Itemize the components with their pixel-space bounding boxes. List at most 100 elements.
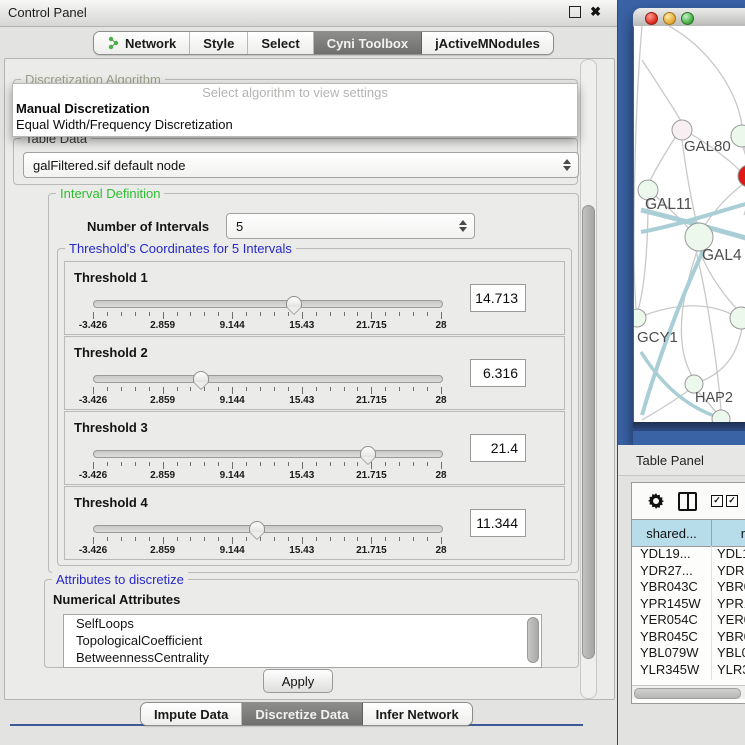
cell-shared-name[interactable]: YIL052C [632,678,711,680]
zoom-traffic-light[interactable] [681,12,694,25]
network-node[interactable] [738,165,745,187]
cell-shared-name[interactable]: YBR043C [632,579,711,596]
tab-infer-network[interactable]: Infer Network [363,703,472,725]
slider-ticks [93,462,441,470]
tab-label: Infer Network [376,707,459,722]
cell-name[interactable]: YDL1 [711,546,745,563]
table-row[interactable]: YBL079WYBL0 [632,645,745,662]
num-intervals-label: Number of Intervals [87,219,209,234]
panel-scrollbar-thumb[interactable] [582,205,595,659]
slider-track[interactable] [93,525,443,533]
columns-icon[interactable] [678,492,697,511]
threshold-value-field[interactable]: 6.316 [470,359,526,387]
network-node[interactable] [730,307,745,329]
network-edge[interactable] [650,136,676,181]
slider-handle[interactable] [249,521,265,533]
table-row[interactable]: YBR043CYBR0 [632,579,745,596]
tab-network[interactable]: Network [94,32,190,54]
tab-select[interactable]: Select [248,32,313,54]
apply-button[interactable]: Apply [263,669,333,693]
tab-label: Style [203,36,234,51]
slider-track[interactable] [93,450,443,458]
cell-shared-name[interactable]: YDR27... [632,563,711,580]
cell-shared-name[interactable]: YBL079W [632,645,711,662]
table-row[interactable]: YIL052CYIL0 [632,678,745,680]
cell-name[interactable]: YBR0 [711,579,745,596]
network-canvas[interactable]: GAL80GACGAL11GAL4GCY1HHAP2 [634,26,745,422]
tick-label: 15.43 [289,320,314,331]
tab-jactivemnodules[interactable]: jActiveMNodules [422,32,553,54]
cell-name[interactable]: YPR1 [711,596,745,613]
cell-name[interactable]: YBL0 [711,645,745,662]
table-row[interactable]: YLR345WYLR3 [632,662,745,679]
cell-name[interactable]: YBR0 [711,629,745,646]
threshold-value-field[interactable]: 21.4 [470,434,526,462]
slider-handle[interactable] [193,371,209,383]
slider-scale-labels: -3.4262.8599.14415.4321.71528 [93,545,441,557]
table-row[interactable]: YER054CYER0 [632,612,745,629]
cell-name[interactable]: YLR3 [711,662,745,679]
float-icon[interactable] [569,6,581,18]
cell-shared-name[interactable]: YPR145W [632,596,711,613]
threshold-value-field[interactable]: 14.713 [470,284,526,312]
network-edge-thick[interactable] [641,352,724,419]
tab-style[interactable]: Style [190,32,248,54]
numerical-attributes-label: Numerical Attributes [53,592,180,607]
table-row[interactable]: YDR27...YDR2 [632,563,745,580]
list-scrollbar[interactable] [527,617,539,663]
network-edge[interactable] [645,306,731,315]
slider-scale-labels: -3.4262.8599.14415.4321.71528 [93,320,441,332]
table-data-combobox[interactable]: galFiltered.sif default node [23,152,579,178]
slider-track[interactable] [93,300,443,308]
threshold-value-field[interactable]: 11.344 [470,509,526,537]
cell-shared-name[interactable]: YER054C [632,612,711,629]
num-intervals-combobox[interactable]: 5 [226,213,475,239]
table-row[interactable]: YBR045CYBR0 [632,629,745,646]
dropdown-option-manual[interactable]: Manual Discretization [13,101,577,117]
tab-impute-data[interactable]: Impute Data [141,703,242,725]
column-header-name[interactable]: name [712,520,745,546]
table-row[interactable]: YDL19...YDL1 [632,546,745,563]
tick-label: 21.715 [356,470,387,481]
slider-ticks [93,312,441,320]
cell-name[interactable]: YDR2 [711,563,745,580]
tab-cyni-toolbox[interactable]: Cyni Toolbox [314,32,422,54]
slider-track[interactable] [93,375,443,383]
network-node[interactable] [712,410,730,422]
attribute-list-item[interactable]: SelfLoops [64,615,541,632]
cell-name[interactable]: YIL0 [711,678,745,680]
network-node[interactable] [672,120,692,140]
close-traffic-light[interactable] [645,12,658,25]
checkbox-icon[interactable]: ✓ [711,495,723,507]
slider-handle[interactable] [360,446,376,458]
threshold-row: Threshold 4 -3.4262.8599.14415.4321.7152… [64,486,565,560]
table-row[interactable]: YPR145WYPR1 [632,596,745,613]
attributes-list[interactable]: SelfLoopsTopologicalCoefficientBetweenne… [63,614,542,668]
minimize-traffic-light[interactable] [663,12,676,25]
checkbox-icon[interactable]: ✓ [726,495,738,507]
attribute-list-item[interactable]: BetweennessCentrality [64,649,541,666]
network-edge[interactable] [638,200,648,310]
network-edge[interactable] [702,328,742,381]
slider-handle[interactable] [286,296,302,308]
network-edge[interactable] [642,60,681,121]
tab-discretize-data[interactable]: Discretize Data [242,703,362,725]
table-hscrollbar-thumb[interactable] [634,688,741,699]
cell-shared-name[interactable]: YDL19... [632,546,711,563]
column-header-shared-name[interactable]: shared... [632,520,712,546]
cell-shared-name[interactable]: YBR045C [632,629,711,646]
close-icon[interactable]: ✖ [590,6,601,18]
dropdown-option-equal-width[interactable]: Equal Width/Frequency Discretization [13,117,577,133]
network-node[interactable] [731,125,745,147]
group-title: Attributes to discretize [52,572,188,587]
cell-name[interactable]: YER0 [711,612,745,629]
screenshot-root: Control Panel ✖ Network Style Select Cyn… [0,0,745,745]
cell-shared-name[interactable]: YLR345W [632,662,711,679]
network-edge[interactable] [669,26,742,125]
network-edge[interactable] [634,26,642,308]
top-tab-strip: Network Style Select Cyni Toolbox jActiv… [93,31,554,55]
gear-icon[interactable] [648,493,664,509]
table-hscrollbar[interactable] [632,685,745,699]
attribute-list-item[interactable]: TopologicalCoefficient [64,632,541,649]
network-node[interactable] [634,309,646,327]
